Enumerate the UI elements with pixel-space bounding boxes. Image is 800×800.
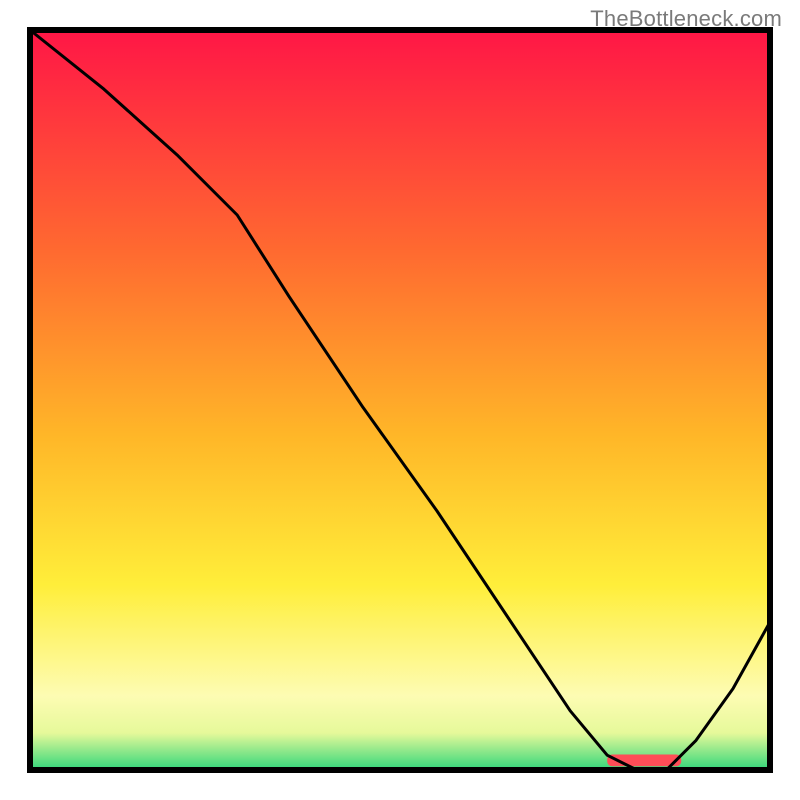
chart-container: TheBottleneck.com — [0, 0, 800, 800]
bottleneck-chart — [0, 0, 800, 800]
plot-area — [30, 30, 770, 770]
gradient-background — [30, 30, 770, 770]
watermark-text: TheBottleneck.com — [590, 6, 782, 32]
